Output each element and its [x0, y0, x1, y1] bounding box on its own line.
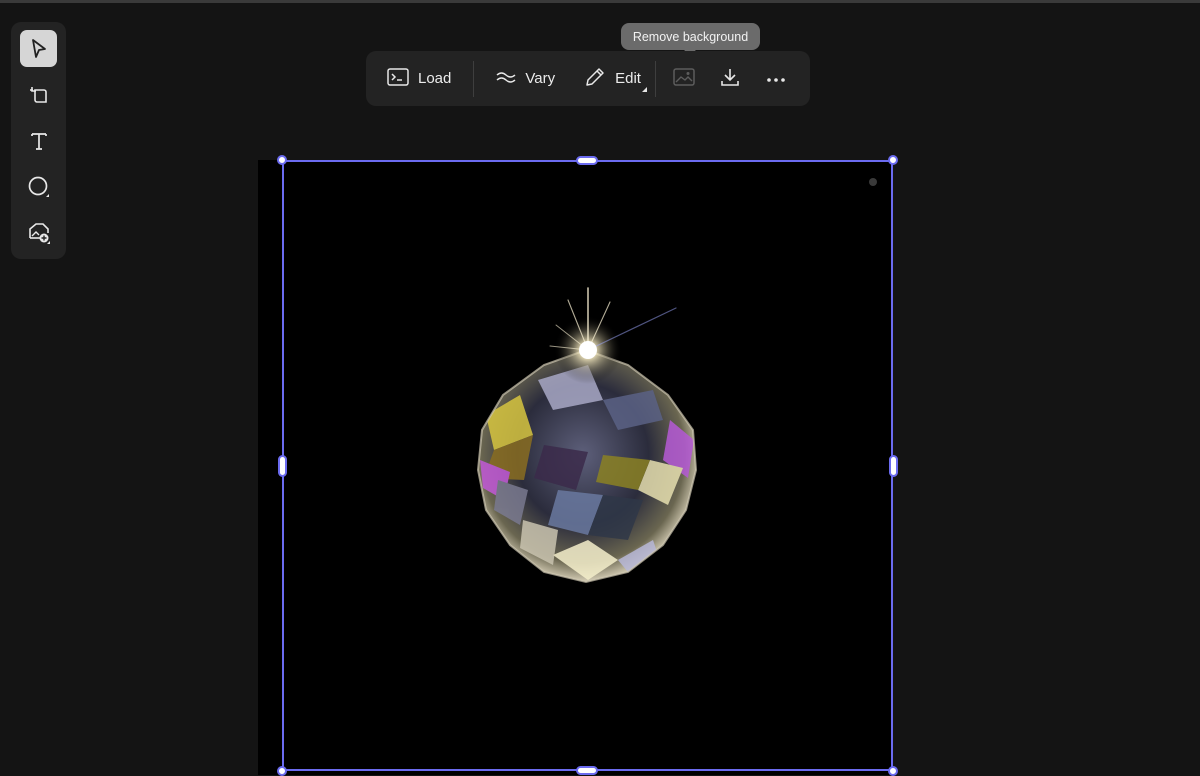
shape-tool-button[interactable] — [20, 168, 57, 205]
more-horizontal-icon — [766, 70, 786, 87]
load-button[interactable]: Load — [387, 59, 451, 99]
toolbar-divider — [654, 60, 656, 97]
resize-handle-top-left[interactable] — [277, 155, 287, 165]
tool-rail — [11, 22, 66, 259]
download-icon — [719, 66, 741, 92]
crop-tool-button[interactable] — [20, 76, 57, 113]
resize-handle-right[interactable] — [889, 455, 898, 477]
vary-label: Vary — [525, 70, 556, 87]
text-tool-button[interactable] — [20, 122, 57, 159]
remove-background-tooltip: Remove background — [621, 23, 760, 55]
edit-dropdown-caret-icon — [642, 86, 648, 92]
crop-rotate-icon — [27, 83, 51, 107]
edit-button[interactable]: Edit — [584, 59, 648, 99]
pencil-icon — [584, 66, 606, 92]
edit-label: Edit — [615, 70, 641, 87]
vary-button[interactable]: Vary — [496, 59, 555, 99]
text-icon — [28, 130, 50, 152]
window-top-border — [0, 0, 1200, 3]
download-button[interactable] — [719, 59, 741, 99]
approximately-icon — [496, 70, 516, 88]
resize-handle-top-right[interactable] — [888, 155, 898, 165]
terminal-prompt-icon — [387, 67, 409, 90]
image-toolbar: Load Vary Edit — [366, 51, 810, 106]
remove-background-button[interactable] — [673, 59, 695, 99]
resize-handle-left[interactable] — [278, 455, 287, 477]
image-icon — [673, 67, 695, 90]
toolbar-divider — [473, 60, 475, 97]
select-arrow-icon — [29, 38, 49, 60]
shape-circle-icon — [26, 174, 52, 200]
selection-frame[interactable] — [282, 160, 893, 771]
select-tool-button[interactable] — [20, 30, 57, 67]
tooltip-text: Remove background — [632, 29, 749, 44]
add-image-tool-button[interactable] — [20, 214, 57, 251]
resize-handle-bottom[interactable] — [576, 766, 598, 775]
add-image-icon — [26, 220, 52, 246]
more-options-button[interactable] — [766, 59, 786, 99]
load-label: Load — [418, 70, 452, 87]
resize-handle-top[interactable] — [576, 156, 598, 165]
